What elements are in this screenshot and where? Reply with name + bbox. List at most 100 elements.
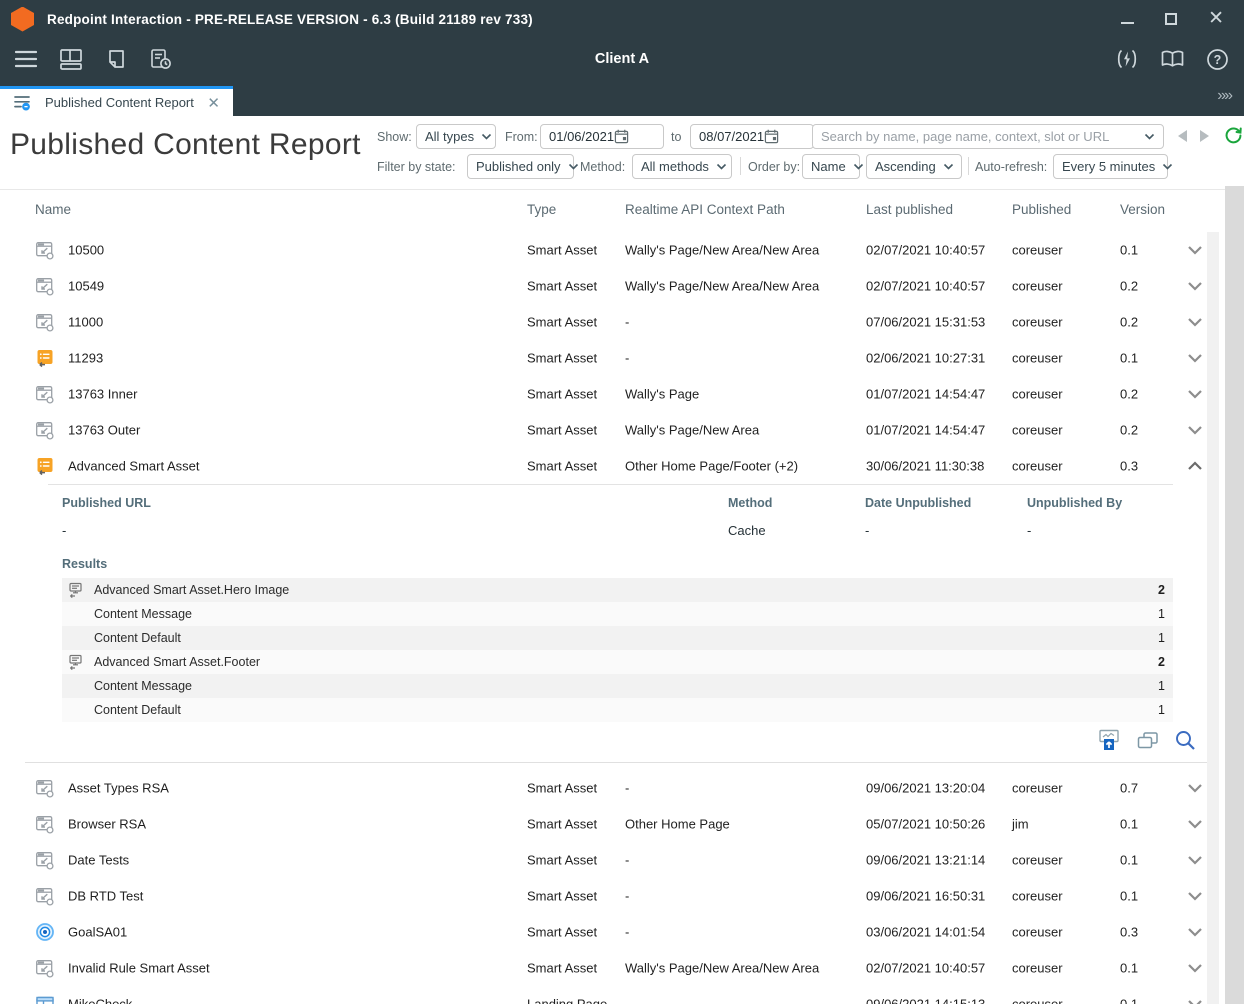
result-count: 1: [1158, 679, 1165, 693]
calendar-icon[interactable]: [614, 129, 629, 144]
menu-icon[interactable]: [13, 46, 39, 72]
order-by-dropdown[interactable]: Name: [802, 154, 860, 179]
expand-row-button[interactable]: [1175, 317, 1210, 327]
row-type: Smart Asset: [527, 351, 597, 366]
table-row: GoalSA01Smart Asset-03/06/2021 14:01:54c…: [25, 914, 1210, 950]
row-last-published: 03/06/2021 14:01:54: [866, 925, 985, 940]
expand-row-button[interactable]: [1175, 927, 1210, 937]
expand-row-button[interactable]: [1175, 281, 1210, 291]
date-unpublished-label: Date Unpublished: [865, 496, 971, 510]
refresh-icon[interactable]: [1224, 126, 1243, 145]
table-row: Asset Types RSASmart Asset-09/06/2021 13…: [25, 770, 1210, 806]
tab-close-icon[interactable]: ✕: [207, 94, 220, 112]
table-scrollbar[interactable]: [1207, 232, 1219, 1004]
show-type-dropdown[interactable]: All types: [416, 124, 496, 149]
search-zoom-icon[interactable]: [1174, 729, 1197, 752]
row-last-published: 02/07/2021 10:40:57: [866, 961, 985, 976]
result-sub-row: Content Message1: [62, 674, 1173, 698]
published-url-label: Published URL: [62, 496, 151, 510]
open-asset-icon[interactable]: [1097, 728, 1121, 752]
row-last-published: 09/06/2021 14:15:13: [866, 997, 985, 1004]
row-context-path: Other Home Page: [625, 817, 730, 832]
duplicate-icon[interactable]: [1136, 729, 1159, 751]
sort-direction-dropdown[interactable]: Ascending: [866, 154, 962, 179]
expand-row-button[interactable]: [1175, 353, 1210, 363]
result-label: Advanced Smart Asset.Hero Image: [94, 583, 289, 597]
maximize-icon[interactable]: [1165, 13, 1177, 25]
workspace-icon[interactable]: [58, 46, 84, 72]
scheduled-report-icon[interactable]: [148, 46, 174, 72]
row-version: 0.2: [1120, 423, 1138, 438]
row-type: Smart Asset: [527, 315, 597, 330]
api-status-icon[interactable]: [1114, 46, 1140, 72]
page-scrollbar[interactable]: [1225, 186, 1244, 1004]
row-last-published: 07/06/2021 15:31:53: [866, 315, 985, 330]
client-name: Client A: [595, 51, 649, 67]
row-last-published: 02/07/2021 10:40:57: [866, 243, 985, 258]
row-name: GoalSA01: [68, 925, 127, 940]
chevron-down-icon: [943, 163, 954, 170]
chevron-down-icon: [716, 163, 727, 170]
help-icon[interactable]: ?: [1204, 46, 1230, 72]
row-published-by: coreuser: [1012, 997, 1063, 1004]
expand-row-button[interactable]: [1175, 425, 1210, 435]
autorefresh-dropdown[interactable]: Every 5 minutes: [1053, 154, 1168, 179]
chevron-down-icon[interactable]: [1144, 133, 1155, 140]
slot-result-icon: [68, 654, 83, 670]
result-label: Content Message: [94, 607, 192, 621]
calendar-icon[interactable]: [764, 129, 779, 144]
table-row: 11293Smart Asset-02/06/2021 10:27:31core…: [25, 340, 1210, 376]
table-row: 11000Smart Asset-07/06/2021 15:31:53core…: [25, 304, 1210, 340]
search-input[interactable]: [821, 129, 1137, 144]
row-context-path: -: [625, 925, 629, 940]
table-row: 10549Smart AssetWally's Page/New Area/Ne…: [25, 268, 1210, 304]
orange-asset-icon: [35, 348, 55, 368]
expand-row-button[interactable]: [1175, 963, 1210, 973]
expand-row-button[interactable]: [1175, 245, 1210, 255]
row-published-by: coreuser: [1012, 459, 1063, 474]
filter-state-dropdown[interactable]: Published only: [467, 154, 574, 179]
table-row: DB RTD TestSmart Asset-09/06/2021 16:50:…: [25, 878, 1210, 914]
row-context-path: -: [625, 315, 629, 330]
minimize-icon[interactable]: [1121, 22, 1134, 24]
row-type: Landing Page: [527, 997, 607, 1004]
row-published-by: coreuser: [1012, 423, 1063, 438]
row-version: 0.2: [1120, 279, 1138, 294]
row-published-by: coreuser: [1012, 925, 1063, 940]
expand-row-button[interactable]: [1175, 783, 1210, 793]
row-published-by: coreuser: [1012, 243, 1063, 258]
row-name: DB RTD Test: [68, 889, 143, 904]
double-chevron-right-icon[interactable]: »»: [1217, 87, 1231, 105]
documentation-icon[interactable]: [1159, 46, 1185, 72]
row-published-by: coreuser: [1012, 781, 1063, 796]
row-name: Advanced Smart Asset: [68, 459, 200, 474]
expand-row-button[interactable]: [1175, 389, 1210, 399]
row-context-path: Wally's Page: [625, 387, 699, 402]
row-version: 0.1: [1120, 961, 1138, 976]
expand-row-button[interactable]: [1175, 819, 1210, 829]
expand-row-button[interactable]: [1175, 891, 1210, 901]
row-type: Smart Asset: [527, 889, 597, 904]
expand-row-button[interactable]: [1175, 999, 1210, 1004]
expand-row-button[interactable]: [1175, 855, 1210, 865]
row-type: Smart Asset: [527, 243, 597, 258]
window-title: Redpoint Interaction - PRE-RELEASE VERSI…: [47, 12, 533, 27]
pages-icon[interactable]: [103, 46, 129, 72]
from-date-field[interactable]: 01/06/2021: [540, 124, 664, 149]
previous-page-icon[interactable]: [1178, 130, 1187, 142]
row-last-published: 02/06/2021 10:27:31: [866, 351, 985, 366]
column-header-published: Published: [1012, 202, 1071, 217]
smart-asset-icon: [35, 778, 55, 798]
table-row: MikeCheckLanding Page-09/06/2021 14:15:1…: [25, 986, 1210, 1004]
method-dropdown[interactable]: All methods: [632, 154, 732, 179]
page-title: Published Content Report: [10, 128, 361, 162]
row-name: Asset Types RSA: [68, 781, 169, 796]
smart-asset-icon: [35, 384, 55, 404]
to-date-field[interactable]: 08/07/2021: [690, 124, 814, 149]
search-box[interactable]: [812, 124, 1164, 149]
collapse-row-button[interactable]: [1175, 461, 1210, 471]
close-icon[interactable]: ✕: [1208, 13, 1224, 25]
row-context-path: -: [625, 781, 629, 796]
next-page-icon[interactable]: [1200, 130, 1209, 142]
tab-published-content-report[interactable]: Published Content Report ✕: [0, 86, 233, 116]
